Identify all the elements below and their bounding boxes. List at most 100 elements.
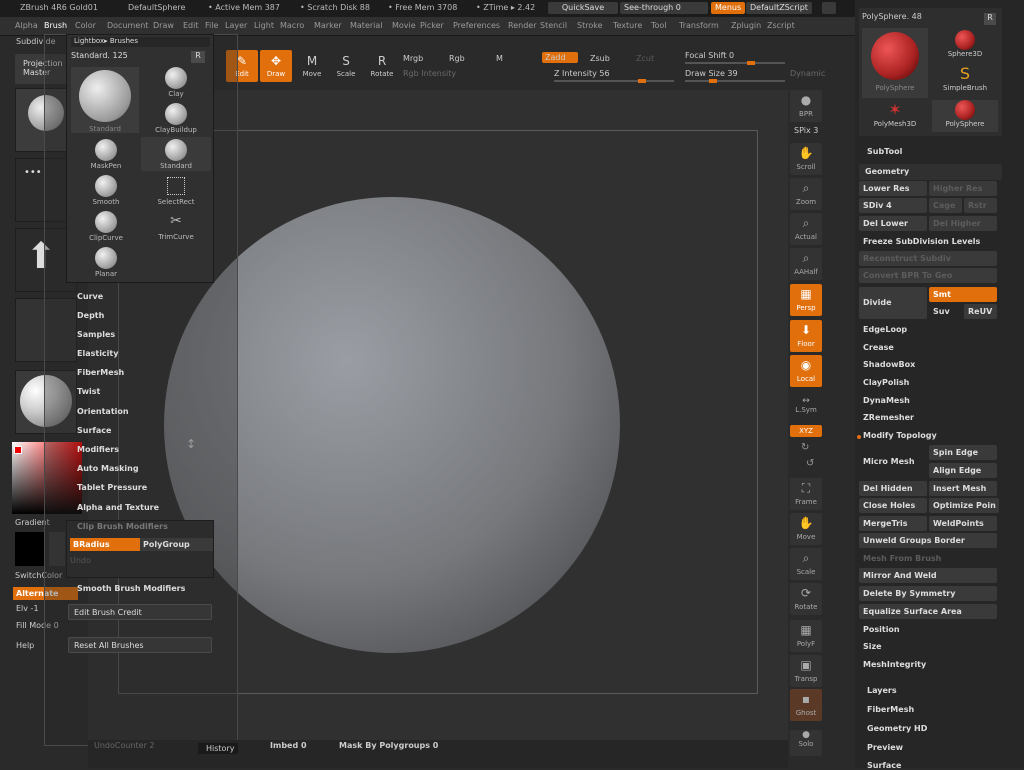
menus-button[interactable]: Menus	[711, 2, 746, 14]
zcut-button[interactable]: Zcut	[636, 54, 654, 63]
preview-menu[interactable]: Preview	[867, 743, 903, 752]
tool-simplebrush[interactable]: S SimpleBrush	[932, 64, 998, 96]
delete-by-symmetry-button[interactable]: Delete By Symmetry	[859, 586, 997, 601]
edgeloop-menu[interactable]: EdgeLoop	[863, 325, 907, 334]
menu-draw[interactable]: Draw	[153, 21, 174, 30]
focal-shift-knob[interactable]	[747, 61, 755, 65]
convert-bpr-button[interactable]: Convert BPR To Geo	[859, 268, 997, 283]
sdiv-slider[interactable]: SDiv 4	[859, 198, 927, 213]
draw-size-slider[interactable]: Draw Size 39	[685, 69, 738, 78]
higher-res-button[interactable]: Higher Res	[929, 181, 997, 196]
aahalf-button[interactable]: ⌕ AAHalf	[790, 248, 822, 280]
xyz-button[interactable]: XYZ	[790, 425, 822, 437]
fibermesh-menu[interactable]: FiberMesh	[867, 705, 914, 714]
rotate-view-button[interactable]: ⟳ Rotate	[790, 583, 822, 615]
menu-depth[interactable]: Depth	[77, 311, 104, 320]
menu-alpha[interactable]: Alpha	[15, 21, 38, 30]
zadd-button[interactable]: Zadd	[542, 52, 578, 63]
mesh-integrity-menu[interactable]: MeshIntegrity	[863, 660, 926, 669]
zsub-button[interactable]: Zsub	[590, 54, 610, 63]
geometry-hd-menu[interactable]: Geometry HD	[867, 724, 927, 733]
surface-menu[interactable]: Surface	[867, 761, 901, 770]
smt-toggle[interactable]: Smt	[929, 287, 997, 302]
menu-tablet-pressure[interactable]: Tablet Pressure	[77, 483, 147, 492]
tool-polysphere-main[interactable]: PolySphere	[862, 28, 928, 98]
see-through-slider[interactable]: See-through 0	[620, 2, 708, 14]
micro-mesh-button[interactable]: Micro Mesh	[863, 457, 915, 466]
menu-render[interactable]: Render	[508, 21, 536, 30]
lightbox-brushes-button[interactable]: Lightbox▸ Brushes	[71, 37, 210, 47]
transp-button[interactable]: ▣ Transp	[790, 655, 822, 687]
menu-brush[interactable]: Brush	[44, 21, 67, 30]
frame-button[interactable]: ⛶ Frame	[790, 478, 822, 510]
quicksave-button[interactable]: QuickSave	[548, 2, 618, 14]
focal-shift-slider[interactable]: Focal Shift 0	[685, 51, 734, 60]
menu-curve[interactable]: Curve	[77, 292, 103, 301]
menu-document[interactable]: Document	[107, 21, 148, 30]
position-menu[interactable]: Position	[863, 625, 900, 634]
polygroup-button[interactable]: PolyGroup	[140, 538, 213, 551]
bpr-button[interactable]: ● BPR	[790, 90, 822, 122]
shadowbox-menu[interactable]: ShadowBox	[863, 360, 915, 369]
divide-button[interactable]: Divide	[859, 287, 927, 319]
layers-menu[interactable]: Layers	[867, 686, 897, 695]
mirror-and-weld-button[interactable]: Mirror And Weld	[859, 568, 997, 583]
zscript-button[interactable]: DefaultZScript	[746, 2, 812, 14]
tool-sphere3d[interactable]: Sphere3D	[932, 30, 998, 62]
menu-tool[interactable]: Tool	[651, 21, 667, 30]
menu-elasticity[interactable]: Elasticity	[77, 349, 118, 358]
undo-button[interactable]: Undo	[70, 556, 91, 565]
ghost-button[interactable]: ▪ Ghost	[790, 689, 822, 721]
menu-twist[interactable]: Twist	[77, 387, 100, 396]
mask-by-polygroups-slider[interactable]: Mask By Polygroups 0	[339, 741, 438, 750]
rotate-button[interactable]: R Rotate	[366, 50, 398, 82]
edit-brush-credit-button[interactable]: Edit Brush Credit	[68, 604, 212, 620]
cage-button[interactable]: Cage	[929, 198, 962, 213]
mrgb-button[interactable]: Mrgb	[403, 54, 423, 63]
menu-fibermesh[interactable]: FiberMesh	[77, 368, 124, 377]
rgb-intensity-slider[interactable]: Rgb Intensity	[403, 69, 456, 78]
minimize-icon[interactable]	[822, 2, 836, 14]
menu-edit[interactable]: Edit	[183, 21, 199, 30]
rstr-button[interactable]: Rstr	[964, 198, 997, 213]
actual-button[interactable]: ⌕ Actual	[790, 213, 822, 245]
reset-all-brushes-button[interactable]: Reset All Brushes	[68, 637, 212, 653]
menu-alpha-texture[interactable]: Alpha and Texture	[77, 503, 159, 512]
mergetris-button[interactable]: MergeTris	[859, 516, 927, 531]
mesh-from-brush-button[interactable]: Mesh From Brush	[859, 551, 997, 566]
zremesher-menu[interactable]: ZRemesher	[863, 413, 914, 422]
tool-polymesh3d[interactable]: ✶ PolyMesh3D	[862, 100, 928, 132]
z-intensity-track[interactable]	[554, 79, 674, 83]
spix-slider[interactable]: SPix 3	[794, 126, 818, 135]
menu-light[interactable]: Light	[254, 21, 274, 30]
move-button[interactable]: M Move	[296, 50, 328, 82]
menu-surface[interactable]: Surface	[77, 426, 111, 435]
menu-stroke[interactable]: Stroke	[577, 21, 603, 30]
clip-brush-modifiers[interactable]: Clip Brush Modifiers	[77, 522, 168, 531]
subtool-menu[interactable]: SubTool	[867, 147, 902, 156]
rgb-button[interactable]: Rgb	[449, 54, 465, 63]
rotate-y-icon[interactable]: ↻	[801, 442, 809, 453]
brush-selectrect[interactable]: SelectRect	[141, 173, 211, 207]
menu-picker[interactable]: Picker	[420, 21, 444, 30]
optimize-points-button[interactable]: Optimize Poin	[929, 498, 999, 513]
del-higher-button[interactable]: Del Higher	[929, 216, 997, 231]
draw-size-knob[interactable]	[709, 79, 717, 83]
tool-restore-button[interactable]: R	[984, 13, 996, 25]
brush-claybuildup[interactable]: ClayBuildup	[141, 101, 211, 135]
geometry-menu[interactable]: Geometry	[859, 164, 1002, 180]
del-hidden-button[interactable]: Del Hidden	[859, 481, 927, 496]
dynamic-button[interactable]: Dynamic	[790, 69, 825, 78]
menu-color[interactable]: Color	[75, 21, 96, 30]
del-lower-button[interactable]: Del Lower	[859, 216, 927, 231]
brush-smooth[interactable]: Smooth	[71, 173, 141, 207]
menu-auto-masking[interactable]: Auto Masking	[77, 464, 139, 473]
menu-orientation[interactable]: Orientation	[77, 407, 129, 416]
brush-restore-button[interactable]: R	[191, 51, 205, 63]
menu-preferences[interactable]: Preferences	[453, 21, 500, 30]
size-menu[interactable]: Size	[863, 642, 882, 651]
menu-transform[interactable]: Transform	[679, 21, 719, 30]
reuv-button[interactable]: ReUV	[964, 304, 997, 319]
suv-toggle[interactable]: Suv	[929, 304, 962, 319]
align-edge-button[interactable]: Align Edge	[929, 463, 997, 478]
